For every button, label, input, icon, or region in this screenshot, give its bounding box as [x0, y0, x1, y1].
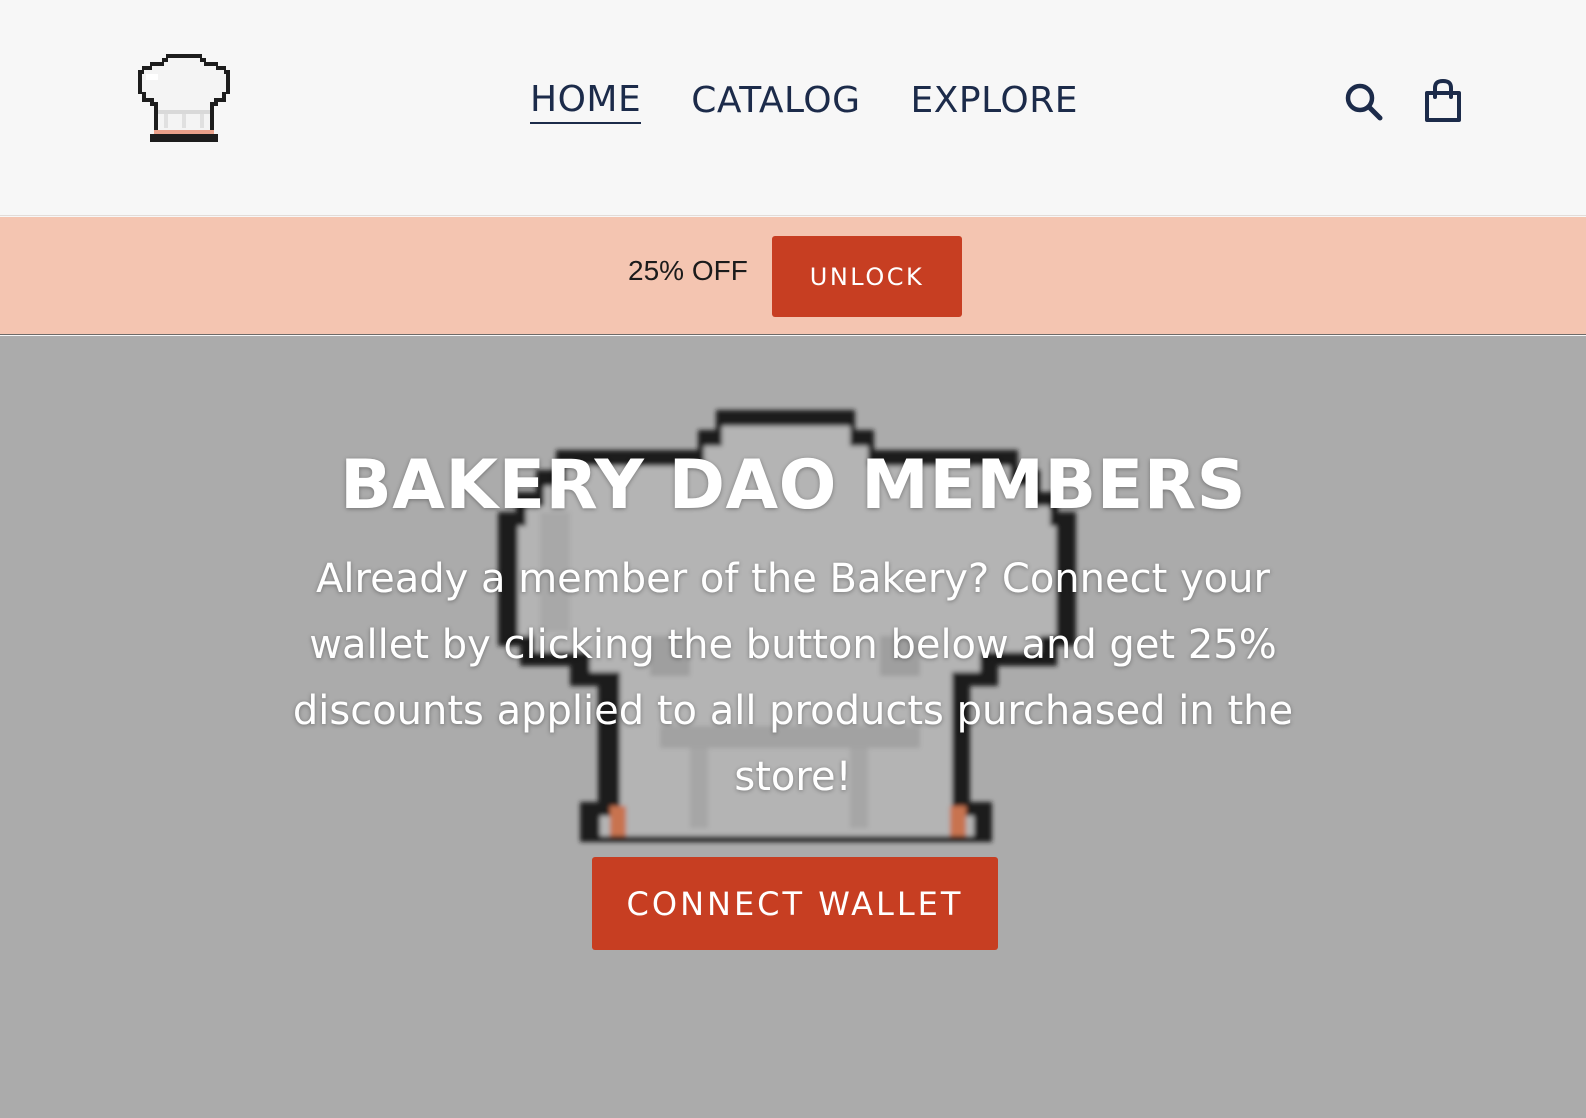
- nav-home[interactable]: HOME: [530, 78, 642, 124]
- nav-explore[interactable]: EXPLORE: [911, 78, 1079, 124]
- unlock-button[interactable]: UNLOCK: [772, 236, 962, 317]
- hero-description: Already a member of the Bakery? Connect …: [292, 556, 1294, 800]
- connect-wallet-button[interactable]: CONNECT WALLET: [592, 857, 998, 950]
- nav-catalog[interactable]: CATALOG: [691, 78, 860, 124]
- chef-hat-logo[interactable]: [134, 50, 234, 144]
- chef-hat-icon: [138, 54, 230, 142]
- main-nav: HOME CATALOG EXPLORE: [530, 78, 1128, 124]
- cart-button[interactable]: [1422, 78, 1470, 126]
- shopping-bag-icon: [1425, 78, 1461, 122]
- promo-text: 25% OFF: [628, 255, 748, 286]
- search-button[interactable]: [1342, 80, 1390, 128]
- site-header: HOME CATALOG EXPLORE: [0, 0, 1586, 216]
- search-icon: [1345, 83, 1383, 121]
- hero-title: BAKERY DAO MEMBERS: [339, 446, 1247, 525]
- hero-section: BAKERY DAO MEMBERS Already a member of t…: [0, 336, 1586, 1118]
